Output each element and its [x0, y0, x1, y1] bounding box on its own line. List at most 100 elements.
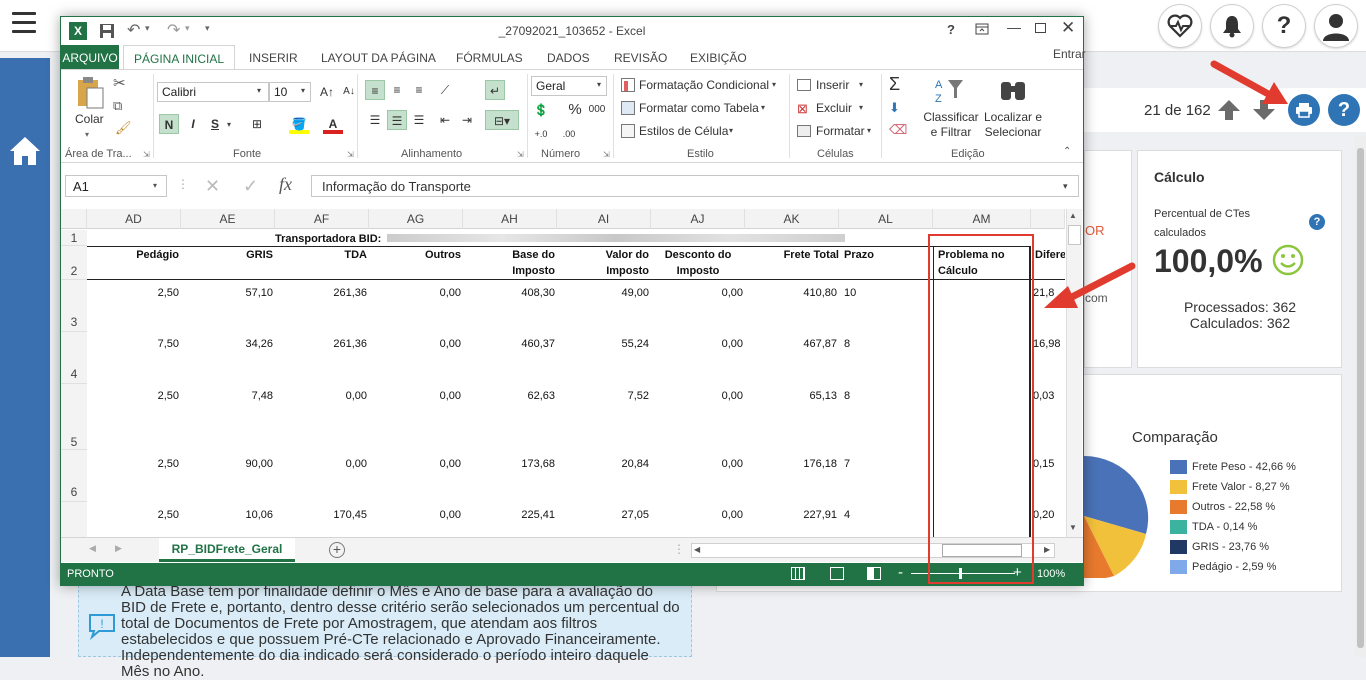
expand-formula-icon[interactable]: ▾ [1063, 181, 1068, 192]
table-cell[interactable]: 10 [844, 287, 874, 299]
table-cell[interactable]: 2,50 [87, 458, 179, 470]
help-icon[interactable]: ? [947, 22, 955, 37]
paste-label[interactable]: Colar [75, 112, 104, 126]
table-cell[interactable]: 0,00 [651, 390, 743, 402]
maximize-icon[interactable] [1035, 23, 1046, 33]
row-header[interactable]: 2 [61, 246, 87, 280]
table-cell[interactable]: 0,20 [1033, 509, 1065, 521]
table-cell[interactable]: 8 [844, 390, 874, 402]
wrap-text-icon[interactable]: ↵ [485, 80, 505, 100]
sheet-tab[interactable]: RP_BIDFrete_Geral [159, 538, 295, 562]
column-header[interactable]: AM [933, 209, 1031, 229]
row-header[interactable]: 4 [61, 332, 87, 384]
table-cell[interactable]: 0,00 [369, 390, 461, 402]
borders-icon[interactable]: ⊞ [247, 114, 267, 134]
table-cell[interactable]: 7 [844, 458, 874, 470]
autosum-icon[interactable]: Σ [889, 74, 900, 95]
table-cell[interactable]: 0,15 [1033, 458, 1065, 470]
table-cell[interactable]: 0,00 [651, 509, 743, 521]
tab-arquivo[interactable]: ARQUIVO [61, 45, 119, 70]
table-cell[interactable]: 0,00 [275, 390, 367, 402]
accounting-format-icon[interactable]: 💲 [531, 100, 551, 120]
italic-button[interactable]: I [183, 114, 203, 134]
cut-icon[interactable]: ✂ [113, 74, 126, 92]
prev-sheet-icon[interactable]: ◀ [89, 543, 96, 554]
page-scrollbar-thumb[interactable] [1357, 148, 1364, 648]
dropdown-icon[interactable]: ▾ [859, 80, 863, 89]
column-header[interactable]: AD [87, 209, 181, 229]
table-cell[interactable]: 27,05 [557, 509, 649, 521]
tab-exibicao[interactable]: EXIBIÇÃO [690, 51, 747, 65]
table-cell[interactable]: 410,80 [745, 287, 837, 299]
table-cell[interactable]: 65,13 [745, 390, 837, 402]
table-cell[interactable]: 2,50 [87, 509, 179, 521]
table-cell[interactable]: 0,00 [369, 338, 461, 350]
font-name-dropdown-icon[interactable]: ▾ [257, 86, 261, 95]
worksheet-grid[interactable]: AD AE AF AG AH AI AJ AK AL AM 1 2 3 4 5 … [61, 209, 1065, 537]
zoom-level[interactable]: 100% [1037, 568, 1065, 580]
number-format-select[interactable]: Geral [531, 76, 607, 96]
name-box-dropdown-icon[interactable]: ▾ [153, 181, 157, 190]
column-header[interactable]: AG [369, 209, 463, 229]
table-cell[interactable]: 7,48 [181, 390, 273, 402]
close-icon[interactable]: ✕ [1061, 18, 1075, 38]
column-header[interactable]: AL [839, 209, 933, 229]
align-bottom-icon[interactable]: ≡ [409, 80, 429, 100]
find-select-button[interactable]: Localizar e Selecionar [979, 110, 1047, 140]
bell-icon[interactable] [1210, 4, 1254, 48]
table-cell[interactable]: 0,00 [369, 458, 461, 470]
table-cell[interactable]: 227,91 [745, 509, 837, 521]
increase-decimal-icon[interactable]: +.0 [531, 124, 551, 144]
cancel-icon[interactable]: ✕ [205, 176, 220, 197]
tab-splitter-icon[interactable]: ⋮ [673, 542, 685, 556]
heart-pulse-icon[interactable] [1158, 4, 1202, 48]
underline-button[interactable]: S [205, 114, 225, 134]
comma-style-button[interactable]: 000 [587, 100, 607, 120]
column-header[interactable]: AI [557, 209, 651, 229]
normal-view-icon[interactable] [791, 567, 805, 580]
decrease-font-icon[interactable]: A↓ [339, 82, 359, 102]
dropdown-icon[interactable]: ▾ [859, 103, 863, 112]
dialog-launcher-icon[interactable]: ⇲ [143, 150, 150, 159]
table-cell[interactable]: 2,50 [87, 390, 179, 402]
column-header[interactable]: AH [463, 209, 557, 229]
tab-layout-pagina[interactable]: LAYOUT DA PÁGINA [321, 51, 436, 65]
percent-style-button[interactable]: % [565, 100, 585, 120]
enter-icon[interactable]: ✓ [243, 176, 258, 197]
table-cell[interactable]: 16,98 [1033, 338, 1065, 350]
insert-function-icon[interactable]: fx [279, 174, 292, 195]
table-cell[interactable]: 0,03 [1033, 390, 1065, 402]
align-middle-icon[interactable]: ≡ [387, 80, 407, 100]
conditional-format-button[interactable]: Formatação Condicional [639, 78, 769, 92]
paste-icon[interactable] [75, 76, 105, 113]
align-center-icon[interactable]: ☰ [387, 110, 407, 130]
table-cell[interactable]: 20,84 [557, 458, 649, 470]
help-icon[interactable]: ? [1262, 4, 1306, 48]
font-color-icon[interactable]: A [323, 114, 343, 134]
increase-indent-icon[interactable]: ⇥ [457, 110, 477, 130]
tab-formulas[interactable]: FÓRMULAS [456, 51, 523, 65]
tab-dados[interactable]: DADOS [547, 51, 590, 65]
next-sheet-icon[interactable]: ▶ [115, 543, 122, 554]
fill-icon[interactable]: ⬇ [889, 100, 900, 116]
scroll-left-icon[interactable]: ◀ [694, 545, 700, 554]
page-break-view-icon[interactable] [867, 567, 881, 580]
row-header[interactable]: 3 [61, 280, 87, 332]
paste-dropdown-icon[interactable]: ▾ [85, 130, 89, 139]
column-header[interactable]: AK [745, 209, 839, 229]
column-header[interactable]: AF [275, 209, 369, 229]
table-cell[interactable]: 2,50 [87, 287, 179, 299]
format-as-table-button[interactable]: Formatar como Tabela [639, 101, 759, 115]
table-cell[interactable]: 0,00 [651, 458, 743, 470]
table-cell[interactable]: 34,26 [181, 338, 273, 350]
dialog-launcher-icon[interactable]: ⇲ [603, 150, 610, 159]
table-cell[interactable]: 7,52 [557, 390, 649, 402]
dropdown-icon[interactable]: ▾ [772, 80, 776, 89]
format-painter-icon[interactable]: 🖌 [115, 120, 132, 136]
scroll-up-icon[interactable]: ▲ [1069, 211, 1077, 220]
dropdown-icon[interactable]: ▾ [761, 103, 765, 112]
row-header[interactable] [61, 502, 87, 537]
zoom-out-icon[interactable]: - [898, 564, 903, 581]
align-top-icon[interactable]: ≡ [365, 80, 385, 100]
format-cells-button[interactable]: Formatar [816, 124, 865, 138]
